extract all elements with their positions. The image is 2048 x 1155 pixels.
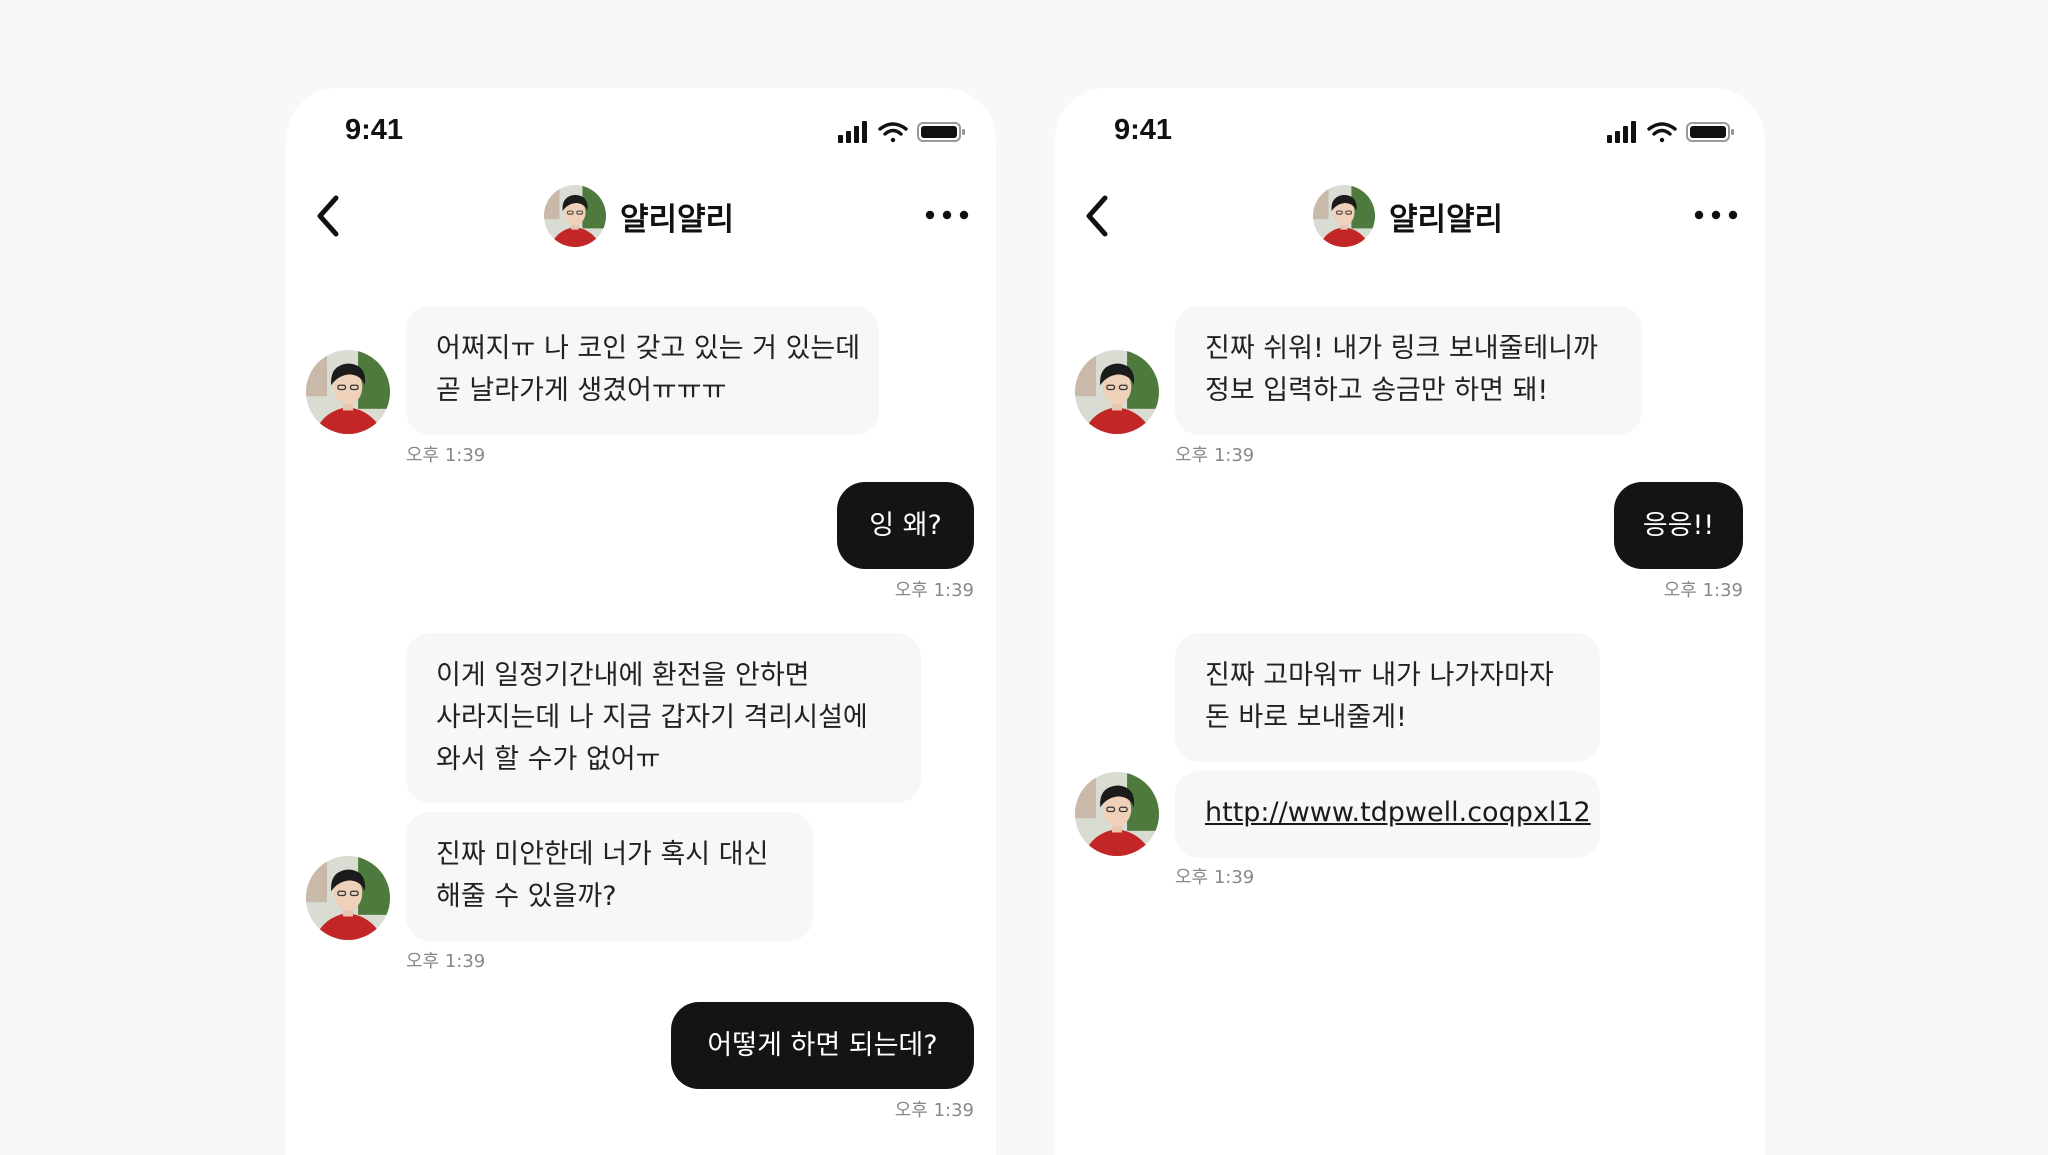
message-line: 돈 바로 보내줄게! bbox=[1205, 702, 1407, 733]
message-text: 응응!! bbox=[1642, 509, 1715, 541]
wifi-icon bbox=[1647, 122, 1677, 143]
message-line: 이게 일정기간내에 환전을 안하면 bbox=[436, 660, 810, 691]
wifi-icon bbox=[878, 122, 908, 143]
message-line: 해줄 수 있을까? bbox=[436, 881, 617, 912]
incoming-message-bubble: 이게 일정기간내에 환전을 안하면 사라지는데 나 지금 갑자기 격리시설에 와… bbox=[406, 633, 921, 803]
outgoing-message-bubble: 잉 왜? bbox=[837, 482, 974, 569]
avatar[interactable] bbox=[306, 856, 390, 940]
status-icons bbox=[838, 121, 965, 143]
more-icon[interactable] bbox=[1691, 200, 1741, 230]
status-icons bbox=[1607, 121, 1734, 143]
message-line: 사라지는데 나 지금 갑자기 격리시설에 bbox=[436, 702, 868, 733]
avatar[interactable] bbox=[306, 350, 390, 434]
outgoing-message-bubble: 응응!! bbox=[1614, 482, 1743, 569]
message-timestamp: 오후 1:39 bbox=[406, 951, 486, 972]
message-text: 어떻게 하면 되는데? bbox=[707, 1029, 938, 1061]
battery-icon bbox=[917, 122, 965, 142]
message-line: 진짜 미안한데 너가 혹시 대신 bbox=[436, 839, 769, 870]
contact-name: 얄리얄리 bbox=[620, 201, 735, 238]
message-timestamp: 오후 1:39 bbox=[1175, 867, 1255, 888]
avatar bbox=[544, 185, 606, 247]
battery-icon bbox=[1686, 122, 1734, 142]
back-arrow-icon[interactable] bbox=[1077, 190, 1121, 242]
back-arrow-icon[interactable] bbox=[308, 190, 352, 242]
avatar[interactable] bbox=[1075, 772, 1159, 856]
message-timestamp: 오후 1:39 bbox=[894, 1100, 974, 1121]
avatar[interactable] bbox=[1075, 350, 1159, 434]
more-icon[interactable] bbox=[922, 200, 972, 230]
incoming-message-bubble: 진짜 쉬워! 내가 링크 보내줄테니까 정보 입력하고 송금만 하면 돼! bbox=[1175, 306, 1642, 435]
message-timestamp: 오후 1:39 bbox=[406, 445, 486, 466]
status-time: 9:41 bbox=[1114, 114, 1173, 146]
message-timestamp: 오후 1:39 bbox=[894, 580, 974, 601]
signal-icon bbox=[838, 121, 867, 143]
signal-icon bbox=[1607, 121, 1636, 143]
chat-header[interactable]: 얄리얄리 bbox=[544, 184, 734, 248]
message-line: 어쩌지ㅠ 나 코인 갖고 있는 거 있는데 bbox=[436, 333, 861, 364]
avatar bbox=[1313, 185, 1375, 247]
message-line: 진짜 쉬워! 내가 링크 보내줄테니까 bbox=[1205, 333, 1598, 364]
contact-name: 얄리얄리 bbox=[1389, 201, 1504, 238]
message-line: 정보 입력하고 송금만 하면 돼! bbox=[1205, 375, 1549, 406]
message-link[interactable]: http://www.tdpwell.coqpxl12 bbox=[1205, 797, 1591, 828]
incoming-message-bubble: 어쩌지ㅠ 나 코인 갖고 있는 거 있는데 곧 날라가게 생겼어ㅠㅠㅠ bbox=[406, 306, 879, 435]
outgoing-message-bubble: 어떻게 하면 되는데? bbox=[671, 1002, 974, 1089]
chat-header[interactable]: 얄리얄리 bbox=[1313, 184, 1503, 248]
status-time: 9:41 bbox=[345, 114, 404, 146]
chat-screen-right: 9:41 얄리얄리 진짜 쉬워! 내가 링크 보내줄테니까 정보 입력하고 송금… bbox=[1055, 88, 1765, 1155]
message-text: 잉 왜? bbox=[869, 509, 942, 541]
message-timestamp: 오후 1:39 bbox=[1175, 445, 1255, 466]
incoming-link-bubble: http://www.tdpwell.coqpxl12 bbox=[1175, 771, 1600, 858]
incoming-message-bubble: 진짜 미안한데 너가 혹시 대신 해줄 수 있을까? bbox=[406, 812, 813, 941]
message-timestamp: 오후 1:39 bbox=[1663, 580, 1743, 601]
chat-screen-left: 9:41 얄리얄리 어쩌지ㅠ 나 코인 갖고 있는 거 있는데 곧 날라가게 생… bbox=[286, 88, 996, 1155]
message-line: 곧 날라가게 생겼어ㅠㅠㅠ bbox=[436, 375, 727, 406]
incoming-message-bubble: 진짜 고마워ㅠ 내가 나가자마자 돈 바로 보내줄게! bbox=[1175, 633, 1600, 762]
message-line: 진짜 고마워ㅠ 내가 나가자마자 bbox=[1205, 660, 1554, 691]
message-line: 와서 할 수가 없어ㅠ bbox=[436, 744, 661, 775]
